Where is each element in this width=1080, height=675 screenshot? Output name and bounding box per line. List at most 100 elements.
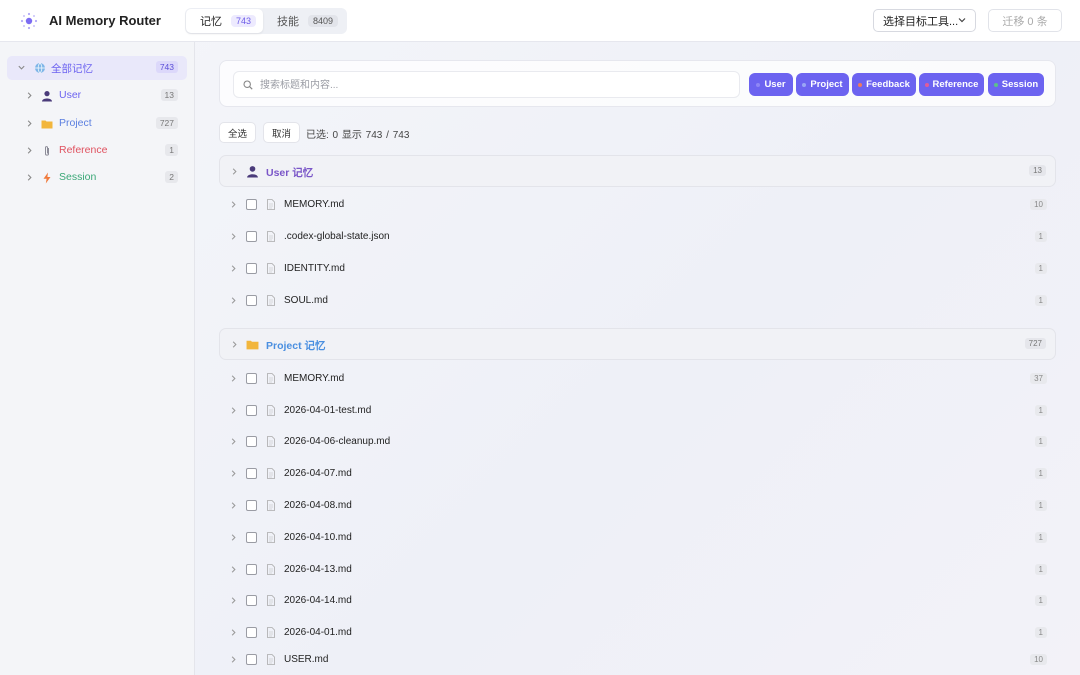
sidebar-item-count: 727 xyxy=(155,117,178,129)
chevron-right-icon[interactable] xyxy=(229,232,238,241)
row-checkbox[interactable] xyxy=(246,564,257,575)
chevron-right-icon[interactable] xyxy=(229,655,238,664)
sidebar-item-user[interactable]: User 13 xyxy=(7,84,187,108)
sidebar-item-session[interactable]: Session 2 xyxy=(7,166,187,190)
search-box xyxy=(233,71,740,98)
filter-feedback-button[interactable]: Feedback xyxy=(852,73,916,96)
filter-dot xyxy=(802,82,807,87)
folder-icon xyxy=(246,340,259,350)
globe-icon xyxy=(35,62,45,74)
chevron-right-icon[interactable] xyxy=(229,533,238,542)
chevron-right-icon[interactable] xyxy=(230,167,239,176)
file-icon xyxy=(267,295,275,306)
list-item[interactable]: USER.md 10 xyxy=(219,645,1056,675)
filter-session-button[interactable]: Session xyxy=(988,73,1044,96)
file-count: 1 xyxy=(1034,564,1047,575)
filter-user-button[interactable]: User xyxy=(749,73,793,96)
tab-skills[interactable]: 技能 8409 xyxy=(265,9,345,33)
view-tabs: 记忆 743 技能 8409 xyxy=(185,8,347,34)
filter-dot xyxy=(858,82,863,87)
chevron-right-icon[interactable] xyxy=(229,374,238,383)
file-icon xyxy=(267,500,275,511)
tab-memory-count: 743 xyxy=(231,15,257,27)
row-checkbox[interactable] xyxy=(246,654,257,665)
file-icon xyxy=(267,199,275,210)
row-checkbox[interactable] xyxy=(246,405,257,416)
sidebar-item-all-memory[interactable]: 全部记忆 743 xyxy=(7,56,187,80)
row-checkbox[interactable] xyxy=(246,595,257,606)
list-item[interactable]: 2026-04-08.md 1 xyxy=(219,491,1056,521)
list-item[interactable]: 2026-04-10.md 1 xyxy=(219,523,1056,553)
filter-reference-button[interactable]: Reference xyxy=(919,73,984,96)
list-item[interactable]: 2026-04-01.md 1 xyxy=(219,618,1056,648)
list-item[interactable]: SOUL.md 1 xyxy=(219,286,1056,316)
select-all-button[interactable]: 全选 xyxy=(219,122,256,143)
file-name: 2026-04-01.md xyxy=(284,627,352,638)
file-icon xyxy=(267,595,275,606)
file-icon xyxy=(267,373,275,384)
file-count: 1 xyxy=(1034,627,1047,638)
row-checkbox[interactable] xyxy=(246,373,257,384)
sidebar-item-label: User xyxy=(59,89,82,101)
chevron-right-icon[interactable] xyxy=(230,340,239,349)
chevron-right-icon[interactable] xyxy=(229,469,238,478)
chevron-right-icon[interactable] xyxy=(229,501,238,510)
tab-memory[interactable]: 记忆 743 xyxy=(186,9,263,33)
row-checkbox[interactable] xyxy=(246,295,257,306)
list-item[interactable]: 2026-04-13.md 1 xyxy=(219,555,1056,585)
search-panel: User Project Feedback Reference Session xyxy=(219,60,1056,107)
file-count: 10 xyxy=(1030,654,1047,665)
row-checkbox[interactable] xyxy=(246,199,257,210)
chevron-right-icon[interactable] xyxy=(25,173,34,182)
group-header-user[interactable]: User 记忆 13 xyxy=(219,155,1056,187)
chevron-right-icon[interactable] xyxy=(229,628,238,637)
chevron-right-icon[interactable] xyxy=(25,119,34,128)
user-icon xyxy=(247,166,258,178)
cancel-selection-button[interactable]: 取消 xyxy=(263,122,300,143)
list-item[interactable]: IDENTITY.md 1 xyxy=(219,254,1056,284)
chevron-right-icon[interactable] xyxy=(229,565,238,574)
sidebar-item-count: 13 xyxy=(160,89,178,101)
group-header-project[interactable]: Project 记忆 727 xyxy=(219,328,1056,360)
row-checkbox[interactable] xyxy=(246,532,257,543)
chevron-right-icon[interactable] xyxy=(229,437,238,446)
group-title: Project 记忆 xyxy=(266,340,326,352)
chevron-down-icon[interactable] xyxy=(17,63,26,72)
list-item[interactable]: 2026-04-01-test.md 1 xyxy=(219,396,1056,426)
chevron-right-icon[interactable] xyxy=(229,406,238,415)
search-input[interactable] xyxy=(260,76,730,94)
file-name: .codex-global-state.json xyxy=(284,231,390,242)
list-item[interactable]: MEMORY.md 10 xyxy=(219,190,1056,220)
row-checkbox[interactable] xyxy=(246,468,257,479)
target-tool-select[interactable]: 选择目标工具... xyxy=(873,9,976,32)
row-checkbox[interactable] xyxy=(246,436,257,447)
list-item[interactable]: MEMORY.md 37 xyxy=(219,364,1056,394)
row-checkbox[interactable] xyxy=(246,500,257,511)
chevron-right-icon[interactable] xyxy=(25,91,34,100)
row-checkbox[interactable] xyxy=(246,263,257,274)
chevron-right-icon[interactable] xyxy=(229,596,238,605)
sidebar-item-label: 全部记忆 xyxy=(51,63,93,75)
sidebar-item-reference[interactable]: Reference 1 xyxy=(7,139,187,163)
list-item[interactable]: 2026-04-06-cleanup.md 1 xyxy=(219,427,1056,457)
chevron-right-icon[interactable] xyxy=(229,296,238,305)
file-count: 1 xyxy=(1034,231,1047,242)
chevron-right-icon[interactable] xyxy=(229,200,238,209)
group-count: 13 xyxy=(1029,165,1046,176)
list-item[interactable]: .codex-global-state.json 1 xyxy=(219,222,1056,252)
chevron-right-icon[interactable] xyxy=(25,146,34,155)
filter-label: Reference xyxy=(932,79,979,90)
list-item[interactable]: 2026-04-07.md 1 xyxy=(219,459,1056,489)
file-name: 2026-04-14.md xyxy=(284,595,352,606)
sidebar-item-label: Session xyxy=(59,171,97,183)
filter-dot xyxy=(924,82,929,87)
row-checkbox[interactable] xyxy=(246,627,257,638)
file-name: MEMORY.md xyxy=(284,373,345,384)
chevron-right-icon[interactable] xyxy=(229,264,238,273)
row-checkbox[interactable] xyxy=(246,231,257,242)
sidebar-item-project[interactable]: Project 727 xyxy=(7,112,187,136)
filter-project-button[interactable]: Project xyxy=(796,73,849,96)
list-item[interactable]: 2026-04-14.md 1 xyxy=(219,586,1056,616)
file-name: IDENTITY.md xyxy=(284,263,345,274)
migrate-button[interactable]: 迁移 0 条 xyxy=(988,9,1062,32)
